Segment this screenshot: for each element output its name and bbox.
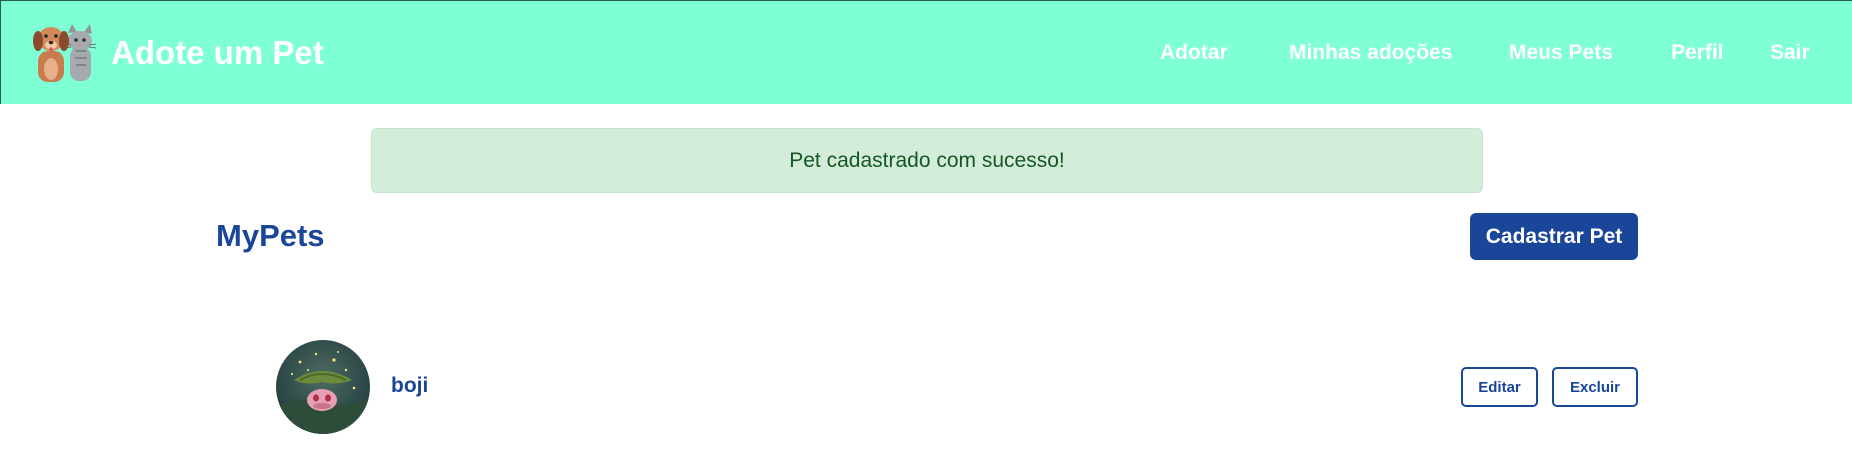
- success-alert-message: Pet cadastrado com sucesso!: [789, 148, 1065, 172]
- page-title: MyPets: [216, 218, 325, 253]
- navbar: Adote um Pet Adotar Minhas adoções Meus …: [0, 0, 1852, 104]
- nav-link-perfil[interactable]: Perfil: [1671, 39, 1724, 67]
- pet-list-item: boji Editar Excluir: [276, 340, 1638, 434]
- edit-pet-button[interactable]: Editar: [1461, 367, 1538, 407]
- brand-name: Adote um Pet: [111, 34, 324, 71]
- add-pet-button[interactable]: Cadastrar Pet: [1470, 213, 1638, 260]
- nav-link-sair[interactable]: Sair: [1770, 39, 1810, 67]
- dog-and-cat-logo-icon: [33, 24, 97, 82]
- brand-link[interactable]: Adote um Pet: [31, 21, 324, 85]
- pet-photo: [276, 340, 370, 434]
- pet-name: boji: [391, 374, 429, 397]
- nav-link-meus-pets[interactable]: Meus Pets: [1509, 39, 1613, 67]
- delete-pet-button[interactable]: Excluir: [1552, 367, 1638, 407]
- nav-link-adotar[interactable]: Adotar: [1160, 39, 1228, 67]
- nav-link-minhas-adocoes[interactable]: Minhas adoções: [1289, 39, 1452, 67]
- success-alert: Pet cadastrado com sucesso!: [371, 128, 1483, 193]
